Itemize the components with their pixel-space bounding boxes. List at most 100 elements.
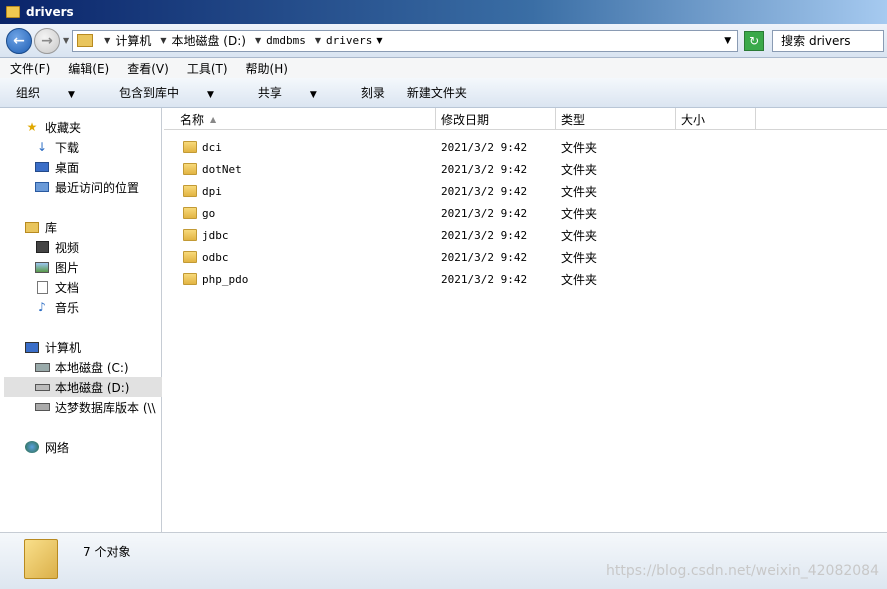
- dropdown-icon: ▼: [68, 90, 75, 100]
- table-row[interactable]: dotNet 2021/3/2 9:42 文件夹: [164, 158, 887, 180]
- file-name: dotNet: [202, 162, 242, 176]
- computer-icon: [24, 340, 40, 354]
- file-date: 2021/3/2 9:42: [441, 206, 528, 220]
- folder-icon: [183, 229, 197, 241]
- window-title: drivers: [26, 5, 74, 19]
- chevron-down-icon[interactable]: ▼: [376, 36, 382, 45]
- title-bar: drivers: [0, 0, 887, 24]
- download-icon: ↓: [36, 140, 48, 154]
- table-row[interactable]: odbc 2021/3/2 9:42 文件夹: [164, 246, 887, 268]
- folder-icon: [77, 34, 94, 47]
- menu-file[interactable]: 文件(F): [10, 60, 50, 77]
- library-icon: [24, 220, 40, 234]
- chevron-right-icon[interactable]: ▼: [104, 36, 110, 45]
- chevron-right-icon[interactable]: ▼: [255, 36, 261, 45]
- command-bar: 组织 ▼ 包含到库中 ▼ 共享 ▼ 刻录 新建文件夹: [0, 78, 887, 108]
- table-row[interactable]: dci 2021/3/2 9:42 文件夹: [164, 136, 887, 158]
- picture-icon: [34, 260, 50, 274]
- desktop-icon: [34, 160, 50, 174]
- file-name: dpi: [202, 184, 222, 198]
- table-row[interactable]: jdbc 2021/3/2 9:42 文件夹: [164, 224, 887, 246]
- file-type: 文件夹: [561, 184, 598, 199]
- file-type: 文件夹: [561, 228, 598, 243]
- include-in-library-button[interactable]: 包含到库中 ▼: [119, 84, 236, 101]
- nav-drive-d[interactable]: 本地磁盘 (D:): [4, 377, 162, 397]
- file-date: 2021/3/2 9:42: [441, 162, 528, 176]
- folder-icon: [183, 273, 197, 285]
- file-name: odbc: [202, 250, 229, 264]
- search-input[interactable]: 搜索 drivers: [772, 29, 885, 52]
- table-row[interactable]: php_pdo 2021/3/2 9:42 文件夹: [164, 268, 887, 290]
- address-dropdown-icon[interactable]: ▼: [724, 36, 731, 46]
- column-name[interactable]: 名称 ▲: [164, 108, 436, 130]
- organize-button[interactable]: 组织 ▼: [16, 84, 97, 101]
- document-icon: [34, 280, 50, 294]
- breadcrumb-drive-d[interactable]: 本地磁盘 (D:): [171, 32, 245, 49]
- chevron-right-icon[interactable]: ▼: [315, 36, 321, 45]
- table-row[interactable]: dpi 2021/3/2 9:42 文件夹: [164, 180, 887, 202]
- file-date: 2021/3/2 9:42: [441, 184, 528, 198]
- folder-icon: [24, 539, 58, 579]
- nav-libraries[interactable]: 库: [24, 217, 182, 237]
- menu-help[interactable]: 帮助(H): [246, 60, 288, 77]
- file-name: jdbc: [202, 228, 229, 242]
- file-type: 文件夹: [561, 272, 598, 287]
- recent-places-icon: [34, 180, 50, 194]
- address-toolbar: ← → ▼ ▼ 计算机 ▼ 本地磁盘 (D:) ▼ dmdbms ▼ drive…: [0, 24, 887, 58]
- burn-button[interactable]: 刻录: [361, 84, 385, 101]
- nav-network[interactable]: 网络: [24, 437, 182, 457]
- table-row[interactable]: go 2021/3/2 9:42 文件夹: [164, 202, 887, 224]
- folder-icon: [183, 163, 197, 175]
- search-placeholder: 搜索 drivers: [781, 34, 851, 48]
- history-dropdown-icon[interactable]: ▼: [63, 36, 69, 45]
- file-type: 文件夹: [561, 162, 598, 177]
- system-drive-icon: [34, 360, 50, 374]
- star-icon: ★: [26, 120, 38, 134]
- sort-ascending-icon: ▲: [210, 114, 217, 124]
- network-drive-icon: [34, 400, 50, 414]
- address-box[interactable]: ▼ 计算机 ▼ 本地磁盘 (D:) ▼ dmdbms ▼ drivers ▼ ▼: [72, 29, 739, 52]
- column-date[interactable]: 修改日期: [436, 108, 556, 130]
- music-icon: ♪: [38, 300, 46, 314]
- file-name: dci: [202, 140, 222, 154]
- new-folder-button[interactable]: 新建文件夹: [407, 84, 467, 101]
- folder-icon: [6, 6, 20, 18]
- column-headers: 名称 ▲ 修改日期 类型 大小: [164, 108, 887, 130]
- file-type: 文件夹: [561, 206, 598, 221]
- file-date: 2021/3/2 9:42: [441, 250, 528, 264]
- nav-computer[interactable]: 计算机: [24, 337, 182, 357]
- dropdown-icon: ▼: [309, 90, 317, 100]
- file-type: 文件夹: [561, 250, 598, 265]
- breadcrumb-drivers[interactable]: drivers: [326, 34, 372, 47]
- breadcrumb-dmdbms[interactable]: dmdbms: [266, 34, 306, 47]
- nav-favorites[interactable]: ★ 收藏夹: [24, 117, 182, 137]
- menu-tools[interactable]: 工具(T): [187, 60, 228, 77]
- details-pane: 7 个对象 https://blog.csdn.net/weixin_42082…: [0, 532, 887, 589]
- breadcrumb-computer[interactable]: 计算机: [115, 32, 151, 49]
- dropdown-icon: ▼: [206, 90, 214, 100]
- chevron-right-icon[interactable]: ▼: [160, 36, 166, 45]
- share-button[interactable]: 共享 ▼: [258, 84, 339, 101]
- back-button[interactable]: ←: [6, 27, 32, 54]
- menu-edit[interactable]: 编辑(E): [68, 60, 109, 77]
- video-icon: [34, 240, 50, 254]
- watermark: https://blog.csdn.net/weixin_42082084: [605, 563, 879, 579]
- item-count: 7 个对象: [83, 545, 131, 559]
- folder-icon: [183, 185, 197, 197]
- file-date: 2021/3/2 9:42: [441, 228, 528, 242]
- column-type[interactable]: 类型: [556, 108, 676, 130]
- menu-bar: 文件(F) 编辑(E) 查看(V) 工具(T) 帮助(H): [0, 58, 887, 78]
- file-date: 2021/3/2 9:42: [441, 272, 528, 286]
- menu-view[interactable]: 查看(V): [127, 60, 169, 77]
- file-list: 名称 ▲ 修改日期 类型 大小 dci 2021/3/2 9:42 文件夹 dot…: [164, 108, 887, 532]
- forward-button[interactable]: →: [34, 27, 60, 54]
- file-type: 文件夹: [561, 140, 598, 155]
- navigation-pane: ★ 收藏夹 ↓ 下载 桌面 最近访问的位置 库 视频 图片 文档 ♪ 音乐 计算…: [4, 108, 162, 532]
- column-size[interactable]: 大小: [676, 108, 756, 130]
- drive-icon: [34, 380, 50, 394]
- file-date: 2021/3/2 9:42: [441, 140, 528, 154]
- file-name: go: [202, 206, 216, 220]
- network-icon: [24, 440, 40, 454]
- folder-icon: [183, 207, 197, 219]
- refresh-icon[interactable]: ↻: [744, 30, 765, 51]
